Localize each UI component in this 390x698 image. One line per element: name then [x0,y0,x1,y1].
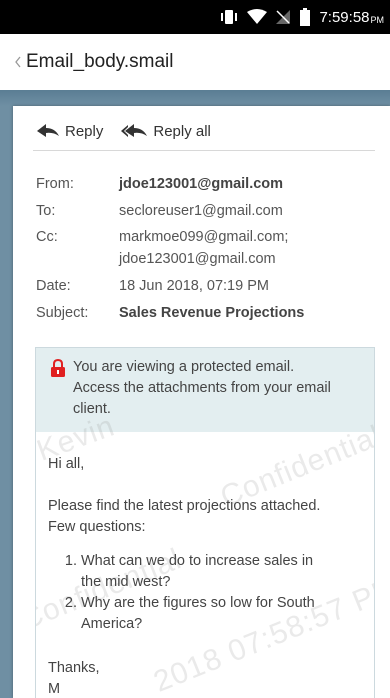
email-intro-line-2: Few questions: [48,519,146,535]
chevron-left-icon[interactable] [0,34,22,90]
list-item-line-2: America? [81,616,143,632]
reply-all-icon [121,124,148,137]
reply-label: Reply [65,122,104,140]
from-value: jdoe123001@gmail.com [119,176,284,192]
wifi-icon [247,7,268,27]
protected-notice-line-3: client. [73,401,111,417]
background-band [0,90,390,106]
app-bar: Email_body.smail [0,34,390,90]
reply-all-label: Reply all [153,122,211,140]
email-greeting: Hi all, [48,456,85,472]
reply-button[interactable]: Reply [37,123,103,140]
list-item-line-1: Why are the figures so low for South [81,595,315,611]
signal-off-icon [275,7,291,27]
email-intro-line-1: Please find the latest projections attac… [48,498,321,514]
date-label: Date: [36,278,71,294]
email-actions: Reply Reply all [37,118,229,144]
list-item-text: What can we do to increase sales in the … [81,551,321,593]
list-item-line-2: the mid west? [81,574,171,590]
to-label: To: [36,203,56,219]
email-card: Reply Reply all From: jdoe123001@gmail.c… [13,106,390,698]
to-value: secloreuser1@gmail.com [119,203,283,219]
subject-label: Subject: [36,305,89,321]
page-title: Email_body.smail [26,51,174,72]
clock-time: 7:59:58 [319,8,370,26]
protected-notice-line-2: Access the attachments from your email [73,380,331,396]
list-item-number: 2. [64,595,77,611]
cc-value-2: jdoe123001@gmail.com [119,251,276,267]
divider [33,150,375,151]
email-signature: M [48,681,61,697]
cc-label: Cc: [36,229,58,245]
status-bar: 7:59:58 PM [0,0,390,34]
protected-message-box: You are viewing a protected email. Acces… [35,347,375,698]
subject-value: Sales Revenue Projections [119,305,305,321]
list-item-text: Why are the figures so low for South Ame… [81,593,321,635]
clock-ampm: PM [370,14,385,25]
vibrate-icon [219,7,239,27]
cc-value-1: markmoe099@gmail.com; [119,229,289,245]
list-item-number: 1. [64,553,77,569]
email-signoff: Thanks, [48,660,100,676]
battery-icon [299,7,311,27]
from-label: From: [36,176,74,192]
reply-icon [37,124,59,137]
lock-icon [51,358,65,382]
protected-notice-text: You are viewing a protected email. Acces… [73,357,365,420]
list-item-line-1: What can we do to increase sales in [81,553,314,569]
date-value: 18 Jun 2018, 07:19 PM [119,278,269,294]
reply-all-button[interactable]: Reply all [121,123,211,140]
protected-notice-line-1: You are viewing a protected email. [73,359,295,375]
